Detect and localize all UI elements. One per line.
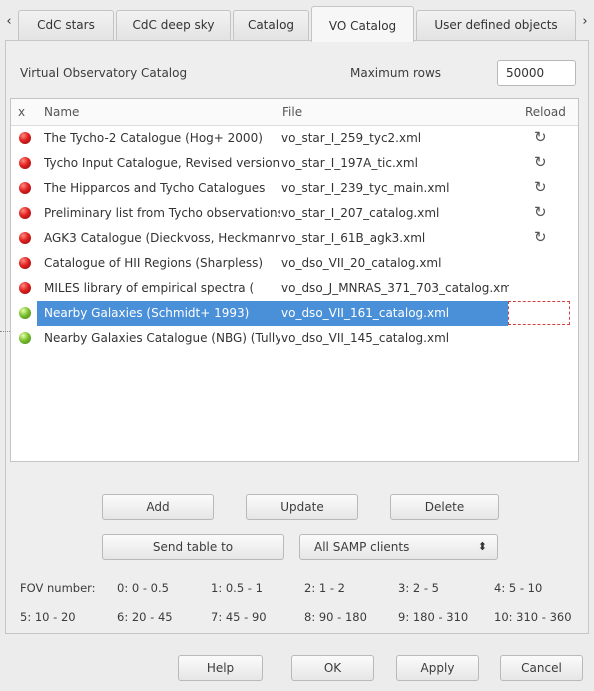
samp-client-value: All SAMP clients: [314, 540, 410, 554]
table-header: x Name File Reload: [11, 99, 578, 126]
red-status-icon[interactable]: [19, 232, 31, 244]
tab-bar: ‹ CdC stars CdC deep sky Catalog VO Cata…: [0, 0, 594, 44]
update-button[interactable]: Update: [246, 494, 358, 520]
fov-entry: 3: 2 - 5: [398, 581, 439, 595]
header-name[interactable]: Name: [44, 105, 79, 119]
reload-cell-editor[interactable]: [508, 301, 570, 325]
catalog-name: The Tycho-2 Catalogue (Hog+ 2000): [44, 131, 263, 145]
tab-vo-catalog[interactable]: VO Catalog: [311, 6, 414, 42]
fov-label: FOV number:: [20, 581, 96, 595]
catalog-file: vo_dso_J_MNRAS_371_703_catalog.xml: [281, 281, 509, 295]
fov-entry: 8: 90 - 180: [304, 610, 367, 624]
send-table-button[interactable]: Send table to: [102, 534, 284, 560]
table-row[interactable]: The Tycho-2 Catalogue (Hog+ 2000) vo_star…: [11, 126, 578, 151]
catalog-file: vo_dso_VII_145_catalog.xml: [281, 331, 450, 345]
help-button[interactable]: Help: [178, 655, 263, 681]
catalog-file: vo_dso_VII_161_catalog.xml: [281, 306, 450, 320]
green-status-icon[interactable]: [19, 307, 31, 319]
fov-entry: 0: 0 - 0.5: [117, 581, 169, 595]
catalog-file: vo_star_I_259_tyc2.xml: [281, 131, 422, 145]
fov-entry: 1: 0.5 - 1: [211, 581, 263, 595]
tab-cdc-stars[interactable]: CdC stars: [18, 10, 114, 40]
table-row[interactable]: AGK3 Catalogue (Dieckvoss, Heckmann) vo_s…: [11, 226, 578, 251]
table-row[interactable]: Nearby Galaxies (Schmidt+ 1993) vo_dso_VI…: [11, 301, 578, 326]
catalog-file: vo_star_I_197A_tic.xml: [281, 156, 418, 170]
tab-catalog[interactable]: Catalog: [233, 10, 309, 40]
fov-entry: 10: 310 - 360: [494, 610, 572, 624]
fov-entry: 2: 1 - 2: [304, 581, 345, 595]
table-row[interactable]: Preliminary list from Tycho observations…: [11, 201, 578, 226]
catalog-file: vo_star_I_239_tyc_main.xml: [281, 181, 450, 195]
updown-arrows-icon: ⬍: [477, 540, 487, 553]
catalog-name: AGK3 Catalogue (Dieckvoss, Heckmann): [44, 231, 280, 245]
tab-scroll-left-icon[interactable]: ‹: [2, 12, 16, 32]
red-status-icon[interactable]: [19, 257, 31, 269]
catalog-file: vo_dso_VII_20_catalog.xml: [281, 256, 442, 270]
catalog-name: Tycho Input Catalogue, Revised version: [44, 156, 280, 170]
green-status-icon[interactable]: [19, 332, 31, 344]
samp-client-select[interactable]: All SAMP clients ⬍: [299, 534, 498, 560]
tab-scroll-right-icon[interactable]: ›: [578, 12, 592, 32]
red-status-icon[interactable]: [19, 132, 31, 144]
ok-button[interactable]: OK: [291, 655, 374, 681]
header-reload[interactable]: Reload: [525, 105, 566, 119]
table-row[interactable]: Catalogue of HII Regions (Sharpless) vo_d…: [11, 251, 578, 276]
catalog-name: The Hipparcos and Tycho Catalogues: [44, 181, 266, 195]
red-status-icon[interactable]: [19, 182, 31, 194]
table-row[interactable]: The Hipparcos and Tycho Catalogues vo_sta…: [11, 176, 578, 201]
reload-icon[interactable]: ↻: [534, 153, 550, 171]
apply-button[interactable]: Apply: [396, 655, 479, 681]
catalog-name: Preliminary list from Tycho observations: [44, 206, 280, 220]
catalog-name: MILES library of empirical spectra (: [44, 281, 255, 295]
cancel-button[interactable]: Cancel: [500, 655, 583, 681]
vo-catalog-title: Virtual Observatory Catalog: [20, 66, 188, 80]
reload-icon[interactable]: ↻: [534, 178, 550, 196]
catalog-file: vo_star_I_207_catalog.xml: [281, 206, 440, 220]
reload-icon[interactable]: ↻: [534, 128, 550, 146]
max-rows-input[interactable]: [497, 60, 576, 86]
max-rows-label: Maximum rows: [350, 66, 442, 80]
catalog-name: Catalogue of HII Regions (Sharpless): [44, 256, 264, 270]
catalog-file: vo_star_I_61B_agk3.xml: [281, 231, 426, 245]
red-status-icon[interactable]: [19, 157, 31, 169]
table-row[interactable]: MILES library of empirical spectra ( vo_d…: [11, 276, 578, 301]
tab-cdc-deep-sky[interactable]: CdC deep sky: [116, 10, 231, 40]
catalog-table[interactable]: x Name File Reload The Tycho-2 Catalogue…: [10, 98, 579, 462]
catalog-name: Nearby Galaxies (Schmidt+ 1993): [44, 306, 250, 320]
row-marker: [0, 331, 10, 333]
table-row[interactable]: Nearby Galaxies Catalogue (NBG) (Tully) v…: [11, 326, 578, 351]
fov-entry: 5: 10 - 20: [20, 610, 76, 624]
header-x[interactable]: x: [18, 105, 25, 119]
red-status-icon[interactable]: [19, 282, 31, 294]
table-row[interactable]: Tycho Input Catalogue, Revised version vo…: [11, 151, 578, 176]
reload-icon[interactable]: ↻: [534, 203, 550, 221]
delete-button[interactable]: Delete: [390, 494, 499, 520]
red-status-icon[interactable]: [19, 207, 31, 219]
header-file[interactable]: File: [282, 105, 302, 119]
fov-entry: 4: 5 - 10: [494, 581, 543, 595]
tab-user-defined-objects[interactable]: User defined objects: [416, 10, 576, 40]
reload-icon[interactable]: ↻: [534, 228, 550, 246]
fov-entry: 7: 45 - 90: [211, 610, 267, 624]
catalog-name: Nearby Galaxies Catalogue (NBG) (Tully): [44, 331, 280, 345]
fov-entry: 9: 180 - 310: [398, 610, 469, 624]
add-button[interactable]: Add: [102, 494, 214, 520]
fov-entry: 6: 20 - 45: [117, 610, 173, 624]
